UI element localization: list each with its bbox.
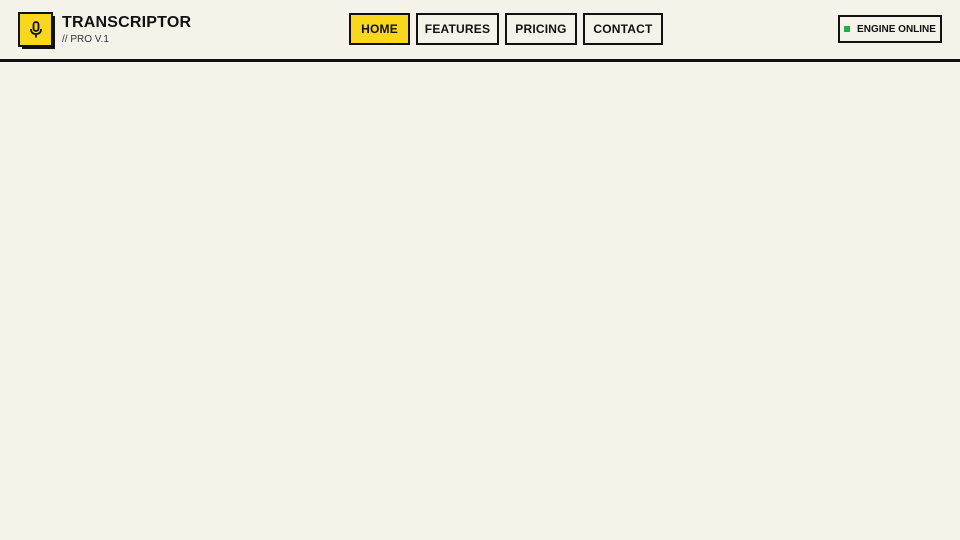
logo[interactable]	[18, 12, 55, 49]
nav-home[interactable]: HOME	[349, 13, 410, 45]
status-label: ENGINE ONLINE	[857, 23, 936, 35]
main-content-area	[0, 62, 960, 540]
logo-badge	[18, 12, 53, 47]
top-header: TRANSCRIPTOR // PRO V.1 HOME FEATURES PR…	[0, 0, 960, 62]
engine-status-badge: ENGINE ONLINE	[838, 15, 942, 43]
status-dot-icon	[844, 26, 851, 32]
brand-title: TRANSCRIPTOR	[62, 14, 192, 31]
nav-features[interactable]: FEATURES	[416, 13, 499, 45]
nav-pricing[interactable]: PRICING	[505, 13, 577, 45]
brand-subtitle: // PRO V.1	[62, 34, 109, 45]
microphone-icon	[29, 20, 42, 37]
nav-contact[interactable]: CONTACT	[583, 13, 663, 45]
